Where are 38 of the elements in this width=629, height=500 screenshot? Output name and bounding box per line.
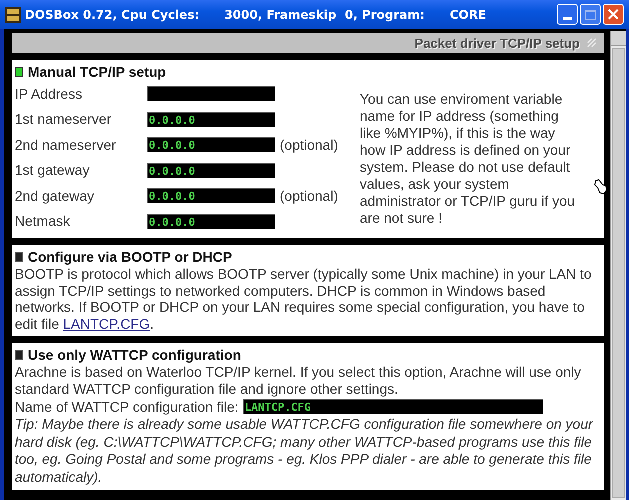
- minimize-icon: [563, 17, 572, 20]
- radio-button[interactable]: [15, 350, 23, 360]
- field-label: 2nd nameserver: [15, 136, 118, 153]
- window-title: DOSBox 0.72, Cpu Cycles: 3000, Frameskip 0, Program: CORE: [25, 8, 488, 22]
- field-note: (optional): [280, 188, 338, 204]
- minimize-button[interactable]: [557, 4, 578, 25]
- input-field[interactable]: LANTCP.CFG: [242, 399, 543, 414]
- section-title: Configure via BOOTP or DHCP: [28, 249, 232, 265]
- field-label: IP Address: [15, 86, 84, 102]
- section-title: Manual TCP/IP setup: [28, 64, 166, 80]
- help-text: You can use enviroment variable name for IP address (something like %MYIP%), if this is the way how IP address is defined on your system. Please do not use default values, ask your system administrator or TCP/IP guru if you are not sure !: [360, 91, 576, 228]
- input-field[interactable]: [147, 86, 275, 102]
- maximize-button[interactable]: [580, 4, 601, 25]
- radio-button[interactable]: [15, 67, 23, 77]
- resize-icon: [586, 37, 598, 49]
- close-icon: [608, 9, 619, 20]
- description-text: Arachne is based on Waterloo TCP/IP kernel. If you select this option, Arachne will use only standard WATTCP configuration file and ignore other settings.: [15, 364, 582, 397]
- field-label: Name of WATTCP configuration file:: [15, 398, 239, 414]
- field-note: (optional): [280, 136, 338, 153]
- field-label: Netmask: [15, 213, 72, 230]
- section-title: Use only WATTCP configuration: [28, 347, 242, 363]
- app-icon: [5, 6, 21, 22]
- scrollbar[interactable]: [610, 31, 626, 500]
- field-label: 2nd gateway: [15, 188, 96, 204]
- tip-text: Tip: Maybe there is already some usable WATTCP.CFG configuration file somewhere on your hard disk (eg. C:\WATTCP\WATTCP.CFG; many other WATTCP-based programs use this file too, eg. Going Postal and some programs - eg. Klos PPP dialer - are able to generate this file automaticaly).: [15, 416, 594, 486]
- input-field[interactable]: 0.0.0.0: [147, 188, 275, 204]
- description-text: BOOTP is protocol which allows BOOTP server (typically some Unix machine) in your LAN to assign TCP/IP settings to networked computers. DHCP is common in Windows based networks. If BOOTP or DHCP on your LAN requires some special configuration, you have to edit file LANTCP.CFG.: [15, 266, 593, 332]
- input-field[interactable]: 0.0.0.0: [147, 112, 275, 127]
- field-label: 1st nameserver: [15, 111, 112, 128]
- input-field[interactable]: 0.0.0.0: [147, 162, 275, 178]
- field-label: 1st gateway: [15, 162, 91, 178]
- maximize-icon: [585, 10, 596, 20]
- input-field[interactable]: 0.0.0.0: [147, 214, 275, 229]
- header-title: Packet driver TCP/IP setup: [414, 36, 580, 50]
- file-link[interactable]: LANTCP.CFG: [63, 316, 150, 332]
- radio-button[interactable]: [15, 252, 23, 262]
- close-button[interactable]: [603, 4, 624, 25]
- input-field[interactable]: 0.0.0.0: [147, 137, 275, 152]
